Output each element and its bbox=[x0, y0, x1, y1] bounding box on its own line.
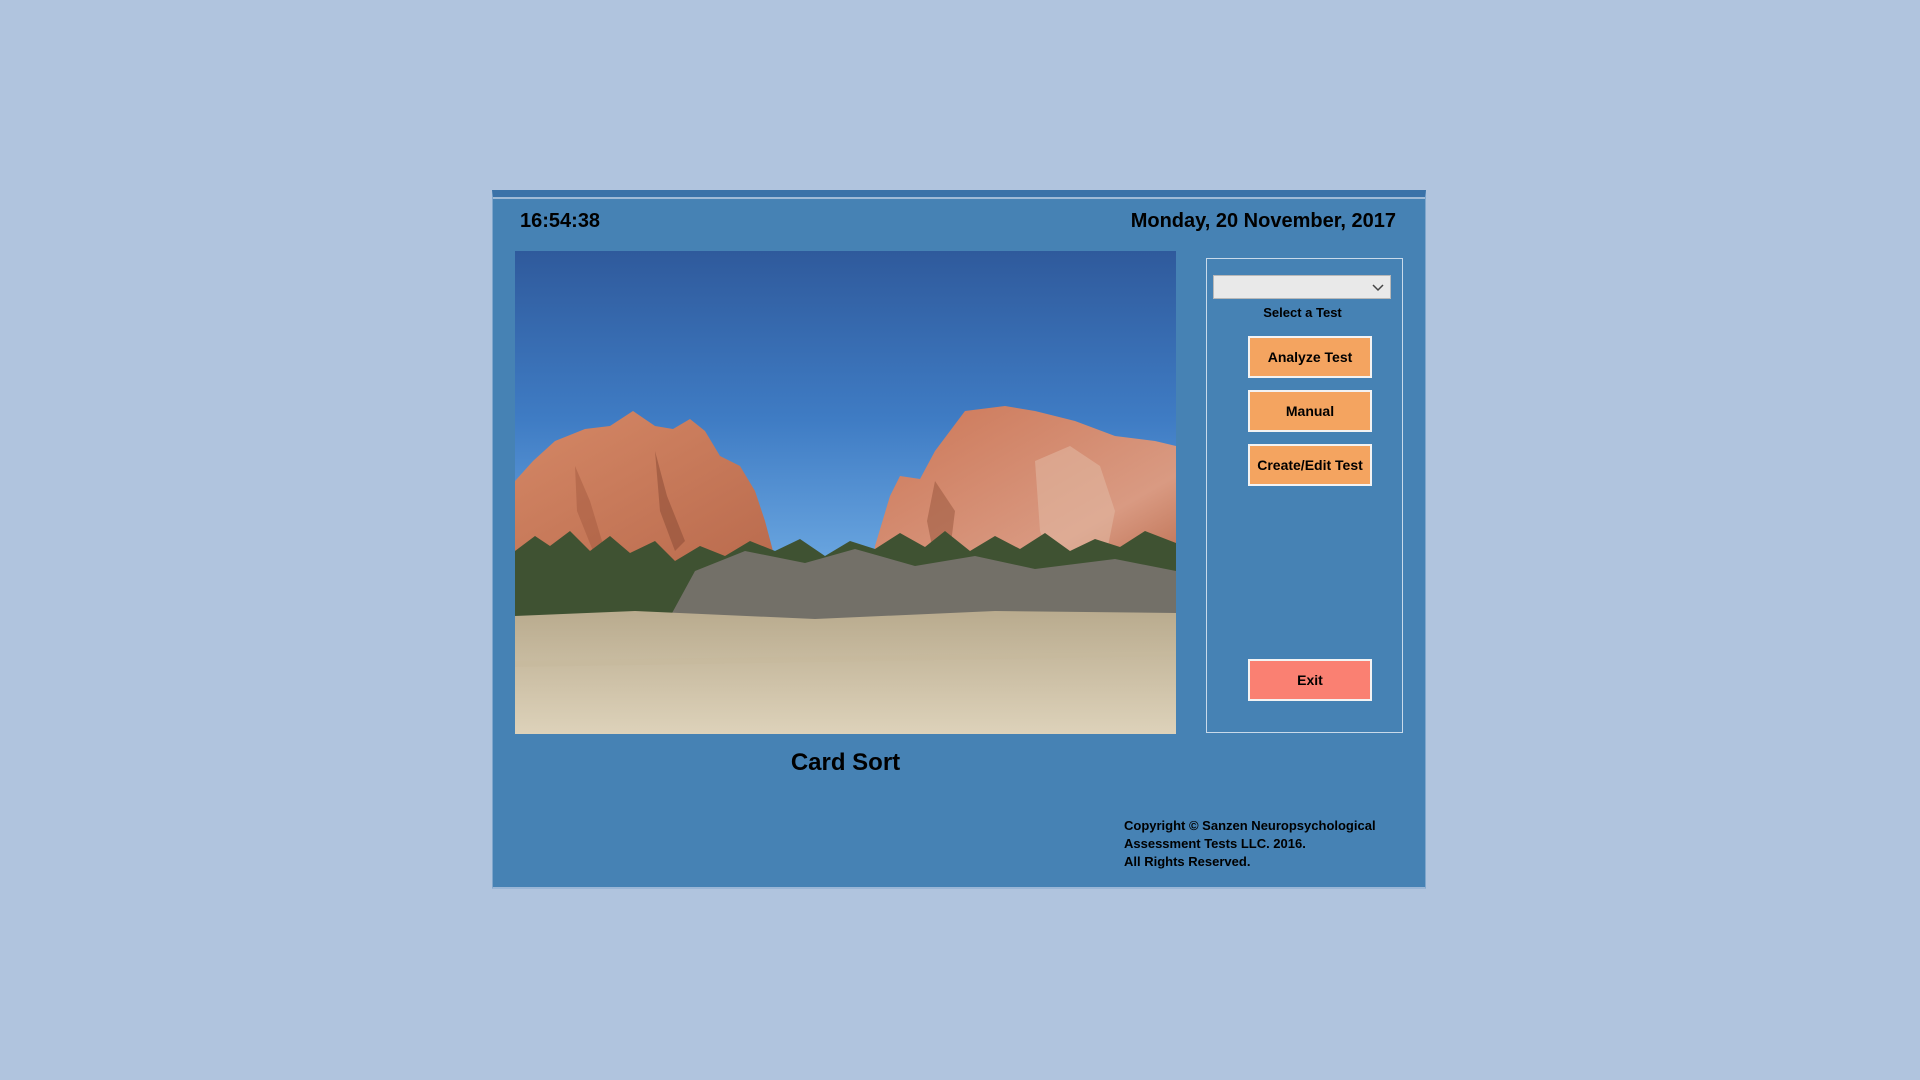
exit-button[interactable]: Exit bbox=[1248, 659, 1372, 701]
control-panel: Select a Test Analyze Test Manual Create… bbox=[1206, 258, 1403, 733]
analyze-test-button[interactable]: Analyze Test bbox=[1248, 336, 1372, 378]
copyright-line: Assessment Tests LLC. 2016. bbox=[1124, 836, 1306, 851]
current-date: Monday, 20 November, 2017 bbox=[1130, 210, 1396, 232]
landscape-photo bbox=[515, 251, 1176, 734]
clock-time: 16:54:38 bbox=[520, 210, 601, 232]
manual-button[interactable]: Manual bbox=[1248, 390, 1372, 432]
chevron-down-icon bbox=[1372, 284, 1384, 292]
app-title: Card Sort bbox=[790, 749, 901, 776]
test-select-dropdown[interactable] bbox=[1213, 275, 1391, 299]
copyright-line: Copyright © Sanzen Neuropsychological bbox=[1124, 818, 1376, 833]
select-test-label: Select a Test bbox=[1263, 305, 1342, 320]
app-window: 16:54:38 Monday, 20 November, 2017 Card … bbox=[492, 190, 1426, 889]
copyright-line: All Rights Reserved. bbox=[1124, 854, 1251, 869]
create-edit-test-button[interactable]: Create/Edit Test bbox=[1248, 444, 1372, 486]
window-top-border bbox=[493, 197, 1425, 199]
copyright-notice: Copyright © Sanzen Neuropsychological As… bbox=[1124, 817, 1376, 871]
